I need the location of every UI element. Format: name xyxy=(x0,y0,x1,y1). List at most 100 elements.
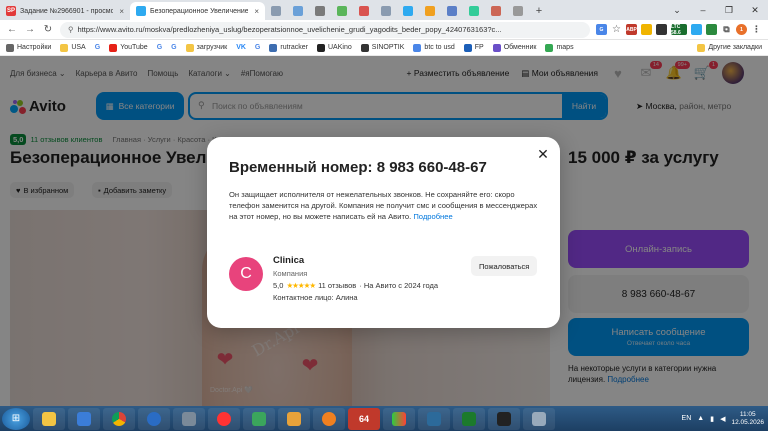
complain-button[interactable]: Пожаловаться xyxy=(471,256,538,276)
browser-tab-task[interactable]: SP Задание №2966901 - просмотр з × xyxy=(0,2,130,20)
bookmark-item[interactable]: загрузчик xyxy=(185,43,227,52)
bookmark-item[interactable]: UAKino xyxy=(317,43,352,52)
tray-arrow-icon[interactable]: ▲ xyxy=(697,415,704,422)
taskbar-app[interactable] xyxy=(138,407,170,430)
bookmark-item[interactable]: SINOPTIK xyxy=(360,43,404,52)
browser-tab-small[interactable] xyxy=(507,2,529,20)
extension-icon[interactable] xyxy=(641,24,652,35)
ltc-ticker-icon[interactable]: LTC 58.6 xyxy=(671,24,687,36)
browser-tab-small[interactable] xyxy=(463,2,485,20)
site-info-icon[interactable]: ⚲ xyxy=(68,25,74,34)
translate-icon[interactable]: G xyxy=(596,24,607,35)
bookmark-item[interactable]: VK xyxy=(236,44,246,51)
seller-avatar[interactable]: C xyxy=(229,257,263,291)
bookmark-item[interactable]: FP xyxy=(463,43,484,52)
new-tab-button[interactable]: + xyxy=(533,5,545,17)
bookmark-label: Другие закладки xyxy=(708,44,762,51)
clock-time: 11:05 xyxy=(739,411,756,419)
torrent-icon xyxy=(269,43,278,52)
extension-icon[interactable] xyxy=(656,24,667,35)
clock-date: 12.05.2026 xyxy=(731,418,764,426)
browser-tab-small[interactable] xyxy=(309,2,331,20)
taskbar-yandex[interactable] xyxy=(208,407,240,430)
minimize-icon[interactable]: – xyxy=(690,0,716,20)
taskbar-app[interactable] xyxy=(383,407,415,430)
taskbar-media[interactable] xyxy=(313,407,345,430)
browser-tab-avito[interactable]: Безоперационное Увеличение ] × xyxy=(130,2,265,20)
address-bar[interactable]: ⚲ https://www.avito.ru/moskva/predlozhen… xyxy=(60,21,590,38)
chevron-down-icon[interactable]: ⌄ xyxy=(664,0,690,20)
bookmark-item[interactable]: Обменник xyxy=(492,43,536,52)
profile-icon[interactable]: 1 xyxy=(736,24,747,35)
yandex-icon xyxy=(217,411,231,426)
taskbar-app[interactable] xyxy=(68,407,100,430)
cube-icon xyxy=(182,411,196,426)
browser-tab-small[interactable] xyxy=(485,2,507,20)
volume-icon[interactable]: ◀ xyxy=(720,415,725,423)
network-icon[interactable]: ▮ xyxy=(710,415,714,423)
start-button[interactable]: ⊞ xyxy=(2,407,30,430)
browser-tab-small[interactable] xyxy=(441,2,463,20)
language-indicator[interactable]: EN xyxy=(682,415,692,422)
folder-icon xyxy=(185,43,194,52)
vpn-icon[interactable] xyxy=(691,24,702,35)
bookmark-item[interactable]: G xyxy=(157,44,162,51)
maximize-icon[interactable]: ❐ xyxy=(716,0,742,20)
close-window-icon[interactable]: ✕ xyxy=(742,0,768,20)
seller-name[interactable]: Clinica xyxy=(273,255,304,266)
bookmark-item[interactable]: G xyxy=(255,44,260,51)
taskbar-app[interactable] xyxy=(488,407,520,430)
browser-tab-small[interactable] xyxy=(331,2,353,20)
bookmark-item[interactable]: YouTube xyxy=(109,43,148,52)
dialog-title: Временный номер: 8 983 660-48-67 xyxy=(229,159,487,176)
folder-icon xyxy=(60,43,69,52)
menu-dots-icon[interactable]: ⋮ xyxy=(751,24,762,35)
browser-tab-small[interactable] xyxy=(419,2,441,20)
close-icon[interactable]: ✕ xyxy=(536,147,550,161)
more-info-link[interactable]: Подробнее xyxy=(413,212,452,221)
dialog-title-prefix: Временный номер: xyxy=(229,159,373,176)
bookmark-star-icon[interactable]: ☆ xyxy=(611,24,622,35)
tab-favicon-icon xyxy=(513,6,523,16)
chrome-icon xyxy=(112,411,126,426)
bookmark-item[interactable]: Другие закладки xyxy=(697,43,762,52)
system-tray: EN ▲ ▮ ◀ 11:05 12.05.2026 xyxy=(682,406,764,431)
youtube-icon xyxy=(109,43,118,52)
close-tab-icon[interactable]: × xyxy=(254,7,259,16)
avito-favicon-icon xyxy=(136,6,146,16)
forward-icon[interactable]: → xyxy=(24,24,36,35)
seller-rating-value: 5,0 xyxy=(273,281,284,290)
reload-icon[interactable]: ↻ xyxy=(42,24,54,35)
taskbar-app[interactable] xyxy=(453,407,485,430)
browser-tab-small[interactable] xyxy=(375,2,397,20)
back-icon[interactable]: ← xyxy=(6,24,18,35)
taskbar-chrome[interactable] xyxy=(103,407,135,430)
browser-tab-small[interactable] xyxy=(353,2,375,20)
adblock-icon[interactable]: ABP xyxy=(626,24,637,35)
bookmark-item[interactable]: G xyxy=(95,44,100,51)
clock[interactable]: 11:05 12.05.2026 xyxy=(731,411,764,426)
taskbar-app[interactable] xyxy=(173,407,205,430)
browser-tab-small[interactable] xyxy=(287,2,309,20)
bookmark-item[interactable]: USA xyxy=(60,43,86,52)
taskbar-app[interactable] xyxy=(243,407,275,430)
extensions-puzzle-icon[interactable]: ⧉ xyxy=(721,24,732,35)
taskbar-app[interactable] xyxy=(418,407,450,430)
taskbar-app[interactable] xyxy=(523,407,555,430)
close-tab-icon[interactable]: × xyxy=(119,7,124,16)
url-text: https://www.avito.ru/moskva/predlozheniy… xyxy=(77,25,502,34)
taskbar-explorer[interactable] xyxy=(33,407,65,430)
browser-toolbar: ← → ↻ ⚲ https://www.avito.ru/moskva/pred… xyxy=(0,20,768,40)
taskbar-app[interactable]: 64 xyxy=(348,407,380,430)
bookmark-item[interactable]: btc to usd xyxy=(413,43,455,52)
bookmark-item[interactable]: rutracker xyxy=(269,43,308,52)
extension-icon[interactable] xyxy=(706,24,717,35)
taskbar-app[interactable] xyxy=(278,407,310,430)
play-icon xyxy=(322,411,336,426)
seller-reviews-link[interactable]: 11 отзывов xyxy=(318,281,356,290)
browser-tab-small[interactable] xyxy=(265,2,287,20)
browser-tab-small[interactable] xyxy=(397,2,419,20)
bookmark-item[interactable]: Настройки xyxy=(6,43,51,52)
bookmark-item[interactable]: G xyxy=(171,44,176,51)
bookmark-item[interactable]: maps xyxy=(545,43,574,52)
